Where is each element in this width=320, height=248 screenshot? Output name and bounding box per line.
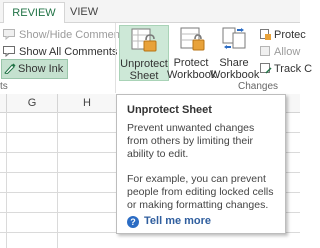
track-changes-button[interactable]: Track C	[260, 60, 312, 78]
protect-icon	[260, 29, 271, 40]
protect-workbook-button[interactable]: Protect Workbook	[167, 25, 217, 81]
show-ink-button[interactable]: Show Ink	[1, 59, 69, 79]
share-workbook-label-2: Workbook	[210, 69, 260, 81]
column-gridline	[57, 112, 58, 248]
protect-workbook-label-1: Protect	[173, 57, 209, 69]
ribbon-tab-bar: REVIEW VIEW	[0, 0, 300, 24]
tell-me-more-link[interactable]: ? Tell me more	[127, 215, 211, 228]
show-hide-comment-label: Show/Hide Comment	[19, 29, 123, 41]
tab-review[interactable]: REVIEW	[3, 2, 65, 24]
show-ink-label: Show Ink	[18, 63, 64, 75]
comments-group-label: ts	[0, 81, 8, 92]
tooltip-example: For example, you can prevent people from…	[127, 173, 274, 211]
allow-users-edit-button[interactable]: Allow	[260, 43, 300, 61]
tab-view[interactable]: VIEW	[62, 2, 106, 22]
protect-workbook-label-2: Workbook	[167, 69, 217, 81]
tell-me-more-label: Tell me more	[144, 215, 212, 227]
tooltip-title: Unprotect Sheet	[127, 104, 212, 116]
allow-edit-icon	[260, 46, 270, 56]
unprotect-sheet-label-2: Sheet	[129, 70, 159, 82]
track-changes-label: Track C	[274, 63, 313, 75]
comments-icon	[3, 46, 15, 57]
unprotect-sheet-button[interactable]: Unprotect Sheet	[119, 25, 169, 82]
unprotect-sheet-icon	[131, 28, 157, 52]
allow-users-label: Allow	[274, 46, 301, 58]
share-workbook-icon	[222, 27, 246, 49]
track-changes-icon	[260, 63, 272, 74]
protect-workbook-icon	[180, 27, 205, 51]
column-header-h[interactable]: H	[58, 94, 117, 112]
show-all-comments-label: Show All Comments	[19, 46, 118, 58]
ink-icon	[4, 63, 16, 74]
column-header-partial[interactable]	[0, 94, 7, 112]
group-separator	[115, 23, 116, 93]
protect-shared-workbook-button[interactable]: Protec	[260, 26, 306, 44]
help-icon: ?	[127, 216, 139, 228]
changes-group-label: Changes	[238, 81, 279, 92]
comment-icon	[3, 29, 15, 40]
protect-shared-label: Protec	[274, 29, 306, 41]
column-header-g[interactable]: G	[7, 94, 58, 112]
share-workbook-button[interactable]: Share Workbook	[210, 25, 260, 81]
show-hide-comment-button[interactable]: Show/Hide Comment	[3, 26, 123, 44]
tooltip-description: Prevent unwanted changes from others by …	[127, 122, 255, 160]
unprotect-sheet-label-1: Unprotect	[120, 58, 168, 70]
share-workbook-label-1: Share	[219, 57, 249, 69]
unprotect-sheet-tooltip: Unprotect Sheet Prevent unwanted changes…	[116, 94, 286, 234]
column-gridline	[6, 112, 7, 248]
